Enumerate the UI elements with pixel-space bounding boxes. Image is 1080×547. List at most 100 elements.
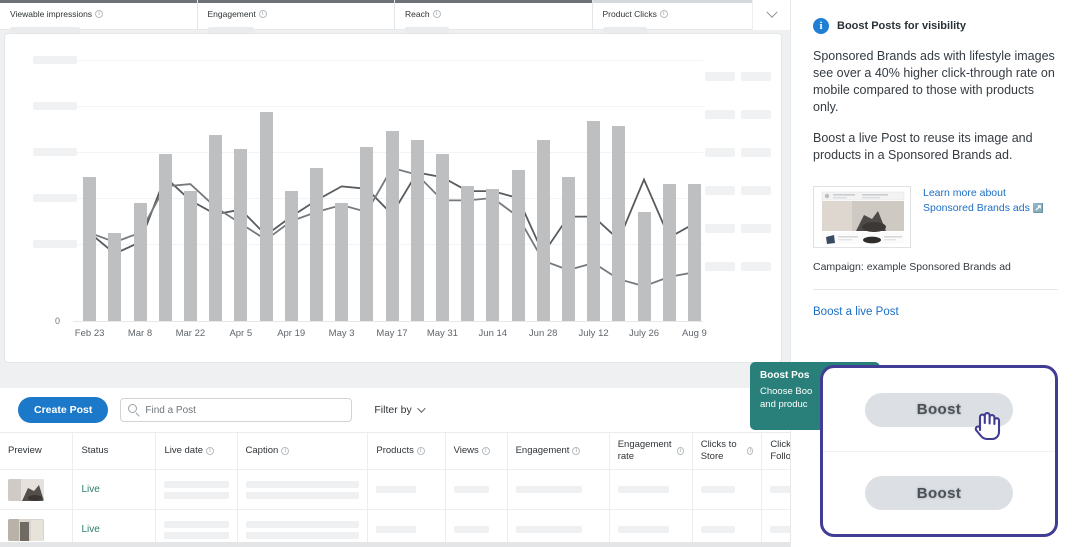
info-icon[interactable]: i [747,447,754,455]
expand-metrics-button[interactable] [752,0,790,30]
x-axis-line [73,321,703,322]
y-axis-label-placeholder [33,102,77,110]
cell-value-placeholder [453,526,499,533]
y-axis-label-placeholder [33,194,77,202]
callout-body-line2: and produc [760,399,808,410]
cell-value-placeholder [376,526,436,533]
chart-bar [158,153,172,321]
chart-bar [183,191,197,321]
info-icon[interactable]: i [677,447,684,455]
status-badge: Live [81,484,100,495]
column-header-label: Engagement [515,445,570,456]
metrics-strip: Viewable impressions i Engagement i Reach i… [0,0,790,36]
boost-button-zoom-inset: Boost Boost [820,365,1058,537]
cell-value-placeholder [515,486,601,493]
x-axis-tick-label: Jun 14 [478,328,508,339]
info-icon[interactable]: i [95,9,104,18]
chevron-down-icon [416,404,426,413]
panel-title: Boost Posts for visibility [837,20,966,32]
x-axis-tick-label: Aug 9 [681,328,707,339]
external-link-icon: ↗️ [1032,203,1044,213]
table-cell-status: Live [73,470,157,509]
cell-value-placeholder [164,480,229,499]
divider [813,289,1058,290]
x-axis-tick-label: Feb 23 [74,328,105,339]
table-row[interactable]: Live [0,469,831,509]
cell-value-placeholder [617,526,684,533]
post-thumbnail[interactable] [8,518,44,541]
metric-label: Engagement [207,8,256,19]
table-column-header[interactable]: Status [73,433,157,469]
chart-bar [435,153,449,321]
chart-bar [662,184,676,321]
table-cell-engagement [508,470,610,509]
x-axis-tick-label: Apr 5 [229,328,253,339]
create-post-button[interactable]: Create Post [18,397,109,423]
table-column-header[interactable]: Live date i [156,433,238,469]
column-header-label: Live date [164,445,203,456]
info-icon[interactable]: i [258,9,267,18]
info-icon[interactable]: i [281,447,290,455]
table-column-header[interactable]: Preview [0,433,74,469]
x-axis-tick-label: May 17 [376,328,408,339]
horizontal-scrollbar[interactable] [0,542,818,547]
post-thumbnail[interactable] [8,478,44,501]
search-input[interactable] [145,404,352,416]
chart-bar [486,188,500,321]
info-icon[interactable]: i [432,9,441,18]
chart-bar [637,211,651,321]
chart-bar [536,140,550,321]
chevron-down-icon [765,6,778,18]
x-axis-tick-label: July 26 [628,328,660,339]
chart-bar [309,167,323,321]
info-icon[interactable]: i [481,447,490,455]
cell-value-placeholder [515,526,601,533]
table-cell-preview [0,470,74,509]
chart-bar [259,112,273,321]
table-column-header[interactable]: Engagement rate i [610,433,693,469]
info-icon[interactable]: i [206,447,214,455]
table-header-row: Preview Status Live date i Caption i Products i… [0,433,831,469]
column-header-label: Status [81,445,109,456]
posts-table: Preview Status Live date i Caption i Products i… [0,432,831,547]
gridline [77,60,703,61]
status-badge: Live [81,524,100,535]
boost-a-live-post-link[interactable]: Boost a live Post [813,306,1058,318]
info-icon[interactable]: i [416,447,425,455]
learn-more-link[interactable]: Learn more about Sponsored Brands ads ↗️ [923,186,1044,248]
metric-card-engagement[interactable]: Engagement i [197,0,395,36]
table-column-header[interactable]: Clicks to Store i [693,433,763,469]
inset-row-2: Boost [823,451,1055,534]
table-column-header[interactable]: Views i [446,433,508,469]
filter-by-dropdown[interactable]: Filter by [374,404,426,416]
column-header-label: Clicks to Store [700,439,737,462]
table-cell-clicks-to-store [693,470,763,509]
table-column-header[interactable]: Caption i [238,433,369,469]
table-column-header[interactable]: Engagement i [508,433,610,469]
search-post-field[interactable] [120,398,353,422]
chart-bar [209,135,223,321]
chart-bar [133,202,147,321]
posts-table-section: Create Post Filter by Preview Status Live … [0,388,831,547]
metric-label: Viewable impressions [10,8,93,19]
metric-label: Product Clicks [602,8,657,19]
ad-preview-image [814,187,910,247]
metric-label: Reach [405,8,430,19]
table-cell-products [368,470,446,509]
chart-bar [612,126,626,321]
info-icon[interactable]: i [572,447,581,455]
metric-card-viewable-impressions[interactable]: Viewable impressions i [0,0,198,36]
cell-value-placeholder [245,480,360,499]
column-header-label: Engagement rate [617,439,672,462]
learn-more-line2: Sponsored Brands ads [923,202,1030,214]
x-axis-tick-label: Mar 22 [175,328,206,339]
metric-card-reach[interactable]: Reach i [395,0,593,36]
table-column-header[interactable]: Products i [368,433,446,469]
chart-area: 0 Feb 23 Mar 8 Mar 22 Apr 5 Apr 19 May 3 May 1… [5,34,781,362]
x-axis-labels: Feb 23 Mar 8 Mar 22 Apr 5 Apr 19 May 3 May 17 M… [74,328,707,342]
boost-button[interactable]: Boost [865,476,1013,510]
campaign-caption: Campaign: example Sponsored Brands ad [813,261,1011,273]
sponsored-brands-ad-thumbnail [813,186,911,248]
info-icon[interactable]: i [659,9,668,18]
x-axis-tick-label: Apr 19 [277,328,306,339]
